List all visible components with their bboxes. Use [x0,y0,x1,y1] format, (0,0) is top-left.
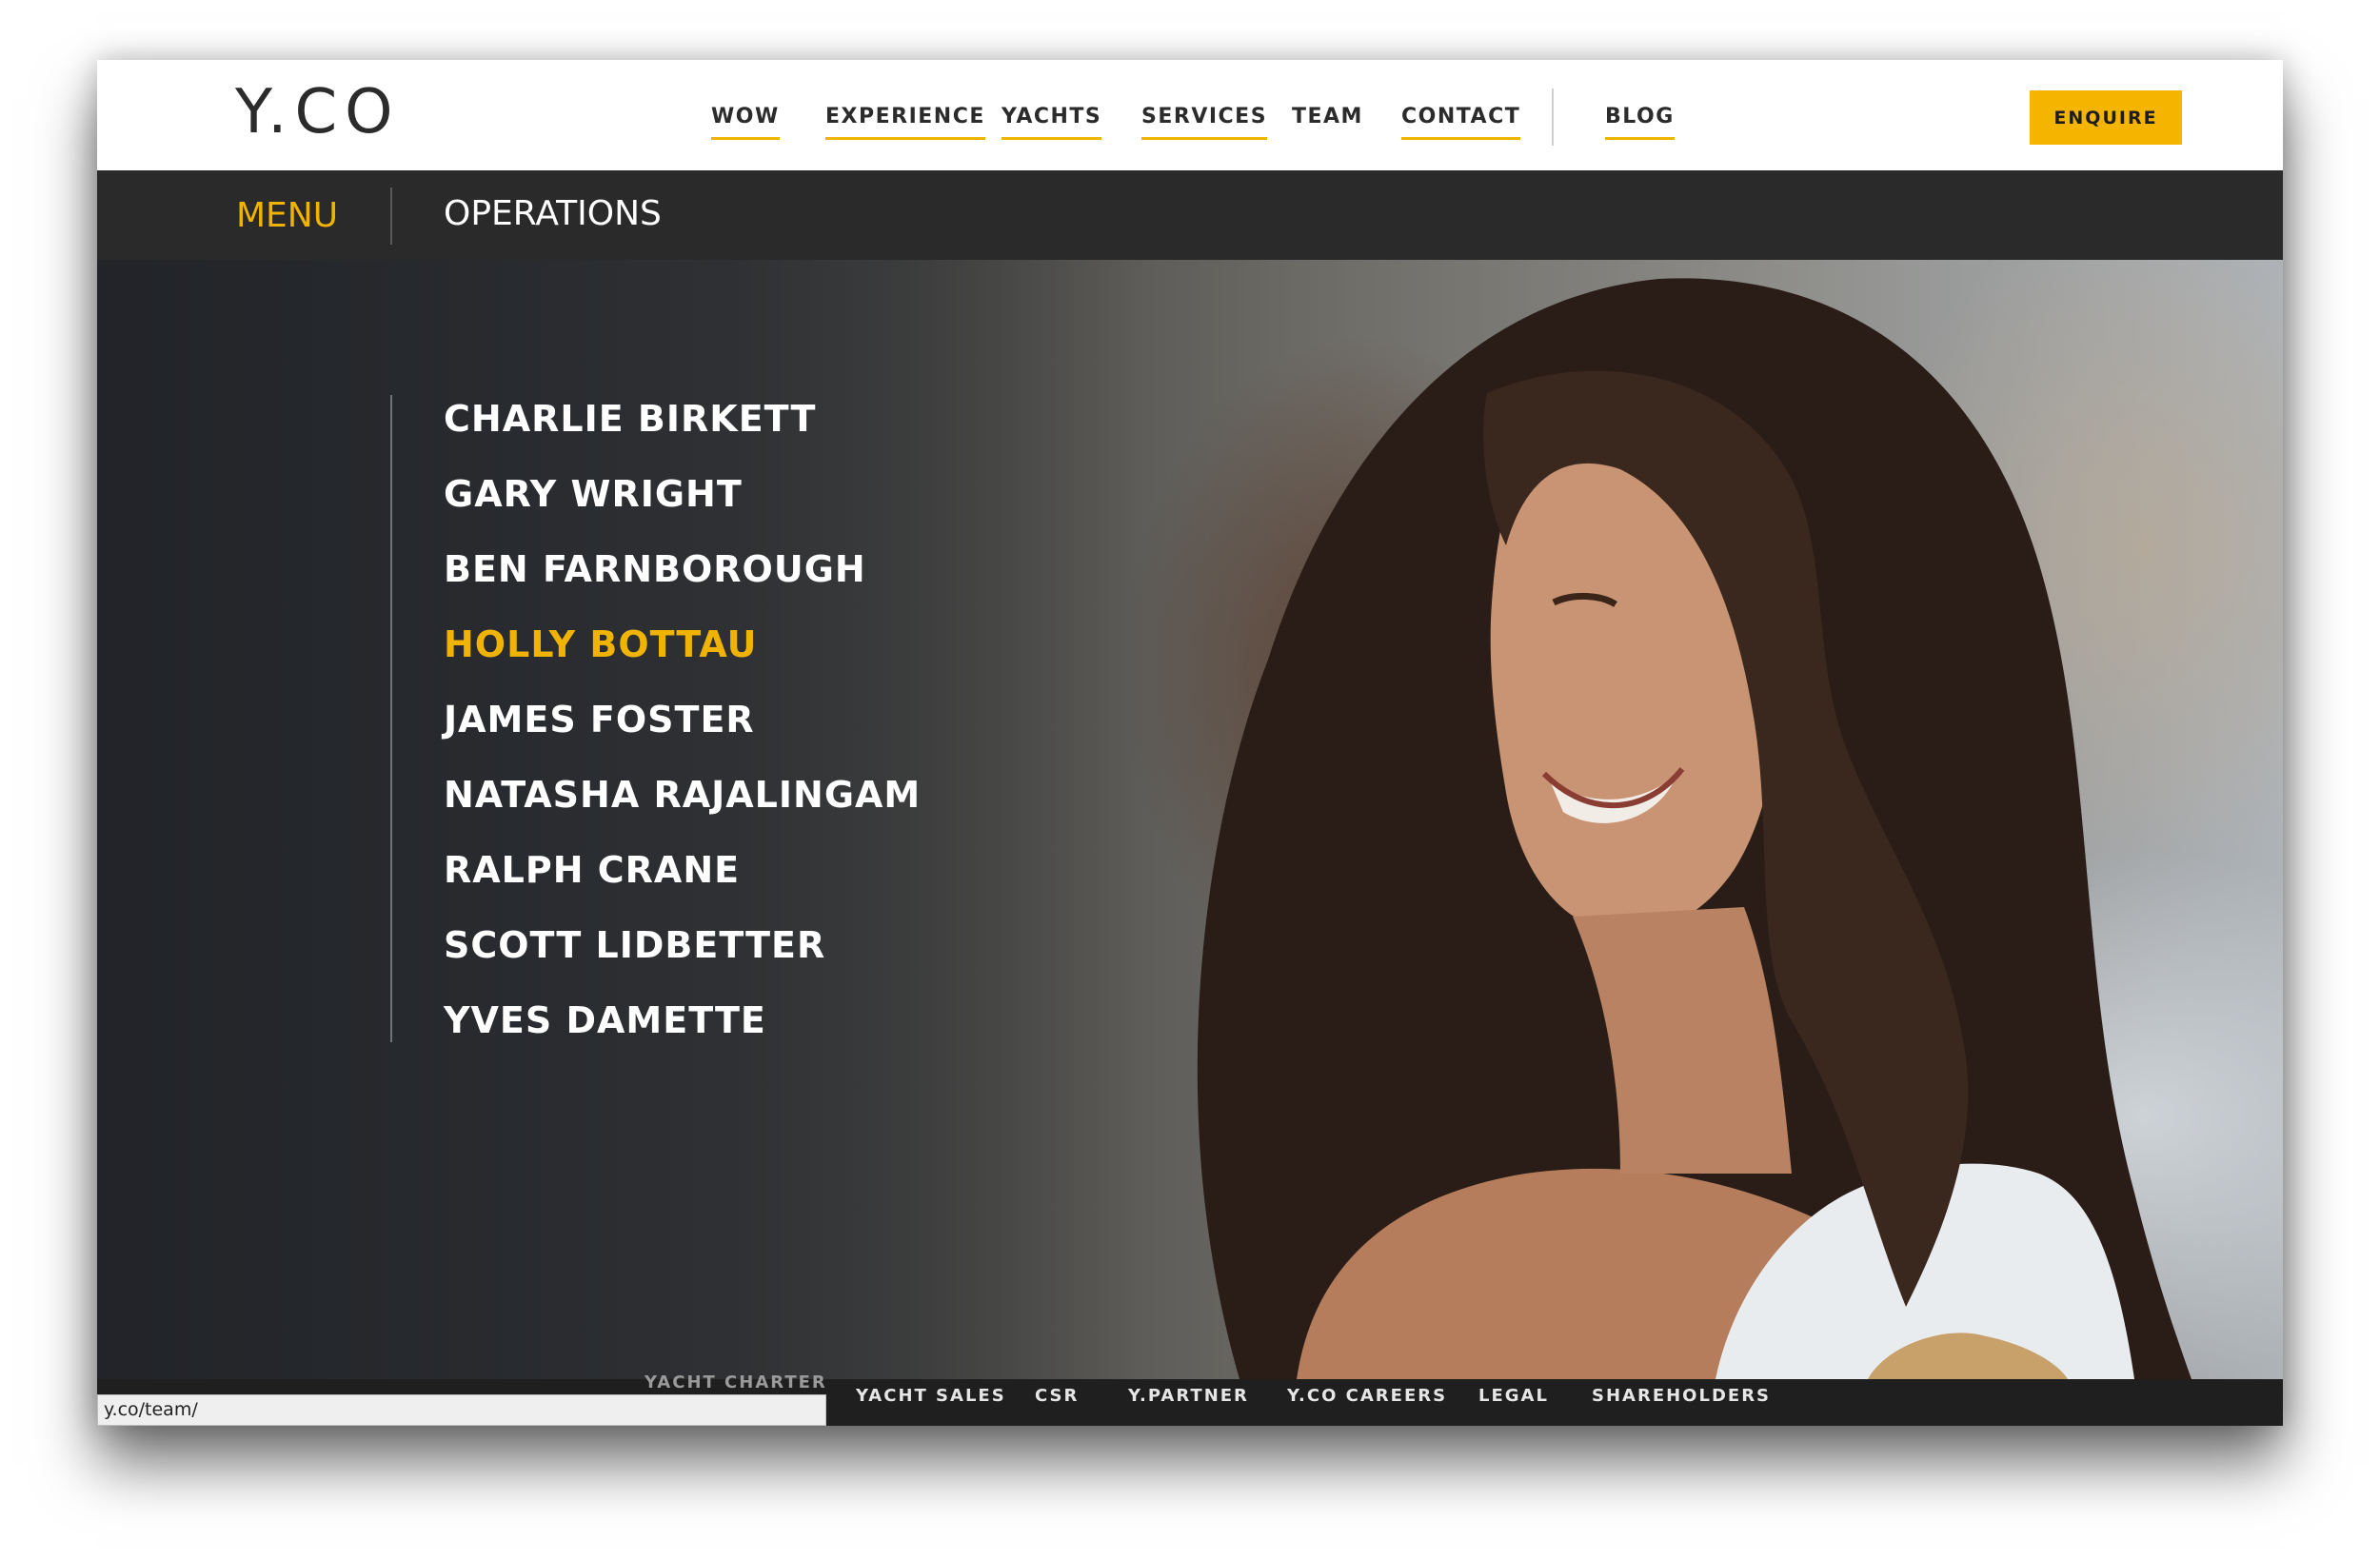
status-bar-url: y.co/team/ [97,1394,826,1426]
team-list-divider [390,395,392,1042]
enquire-button[interactable]: ENQUIRE [2030,90,2182,145]
nav-item-experience[interactable]: EXPERIENCE [825,98,985,140]
nav-item-label: CONTACT [1401,105,1521,128]
nav-underline [711,137,780,140]
nav-item-blog[interactable]: BLOG [1605,98,1675,140]
footer-link-legal[interactable]: LEGAL [1478,1379,1549,1413]
section-title: OPERATIONS [444,194,662,233]
nav-underline [1401,137,1521,140]
nav-item-label: TEAM [1292,105,1363,128]
nav-item-label: BLOG [1605,105,1675,128]
team-member-item[interactable]: NATASHA RAJALINGAM [444,771,921,819]
footer-link-ypartner[interactable]: Y.PARTNER [1128,1379,1249,1413]
team-member-item-active[interactable]: HOLLY BOTTAU [444,621,758,668]
team-member-item[interactable]: JAMES FOSTER [444,696,755,743]
footer-link-csr[interactable]: CSR [1035,1379,1079,1413]
team-member-item[interactable]: SCOTT LIDBETTER [444,921,825,969]
team-member-item[interactable]: RALPH CRANE [444,846,740,894]
nav-item-yachts[interactable]: YACHTS [1002,98,1102,140]
section-bar: MENU OPERATIONS [97,170,2283,260]
nav-underline [1605,137,1675,140]
team-member-item[interactable]: GARY WRIGHT [444,470,743,518]
nav-item-label: SERVICES [1141,105,1268,128]
menu-toggle[interactable]: MENU [236,188,338,245]
nav-item-label: YACHTS [1002,105,1102,128]
nav-item-label: EXPERIENCE [825,105,985,128]
nav-underline [1141,137,1268,140]
hero-photo: CHARLIE BIRKETT GARY WRIGHT BEN FARNBORO… [97,260,2283,1379]
footer-link-careers[interactable]: Y.CO CAREERS [1287,1379,1447,1413]
nav-divider [1552,89,1554,146]
portrait-image [1197,278,2192,1379]
nav-item-contact[interactable]: CONTACT [1401,98,1521,140]
team-member-item[interactable]: CHARLIE BIRKETT [444,395,816,443]
team-member-list: CHARLIE BIRKETT GARY WRIGHT BEN FARNBORO… [390,395,1057,1042]
nav-item-team[interactable]: TEAM [1292,98,1363,136]
site-header: Y.CO WOW EXPERIENCE YACHTS SERVICES TEAM [97,60,2283,170]
nav-underline [825,137,985,140]
team-member-item[interactable]: YVES DAMETTE [444,997,766,1044]
nav-item-label: WOW [711,105,780,128]
footer-link-shareholders[interactable]: SHAREHOLDERS [1592,1379,1771,1413]
nav-item-services[interactable]: SERVICES [1141,98,1268,140]
browser-window: Y.CO WOW EXPERIENCE YACHTS SERVICES TEAM [97,60,2283,1426]
nav-underline [1002,137,1102,140]
section-bar-divider [390,188,392,245]
main-nav: WOW EXPERIENCE YACHTS SERVICES TEAM CONT… [97,98,2283,140]
nav-item-wow[interactable]: WOW [711,98,780,140]
footer-link-yacht-sales[interactable]: YACHT SALES [856,1379,1006,1413]
team-member-item[interactable]: BEN FARNBOROUGH [444,545,866,593]
